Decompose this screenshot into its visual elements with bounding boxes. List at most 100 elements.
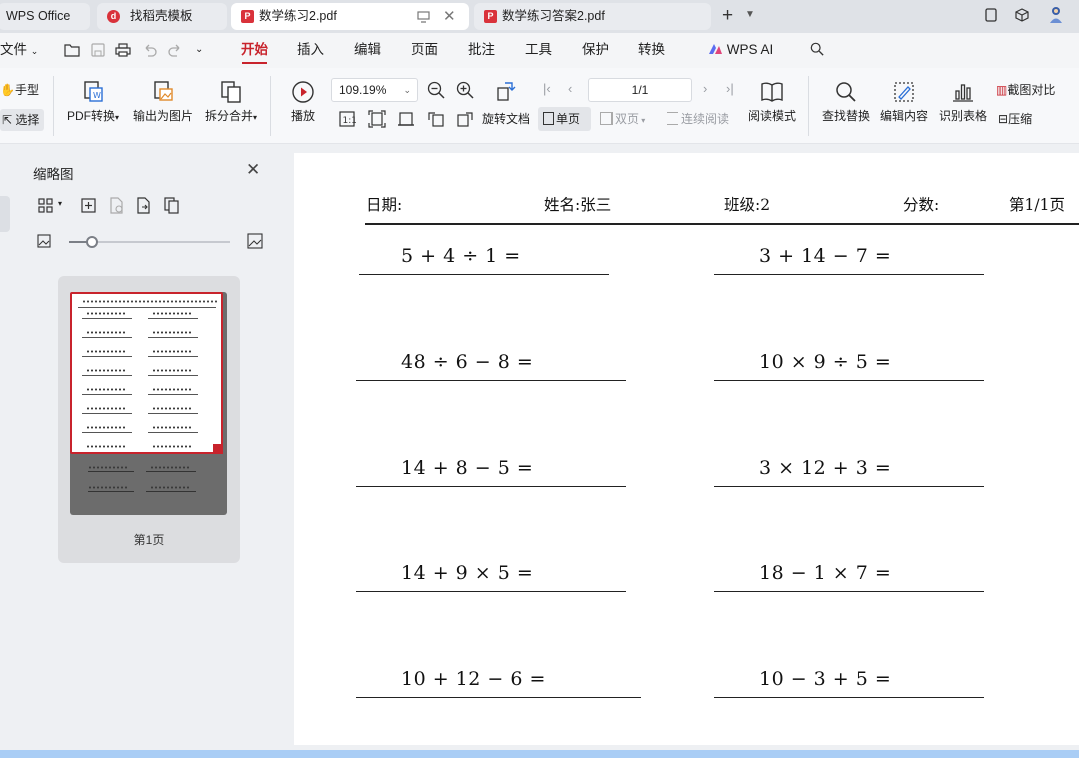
undo-icon[interactable]: [142, 43, 158, 57]
chevron-down-icon: ⌄: [403, 85, 411, 95]
menu-protect[interactable]: 保护: [582, 33, 609, 67]
last-page-icon[interactable]: ›|: [726, 81, 734, 96]
read-mode-label: 阅读模式: [747, 109, 796, 123]
small-image-icon[interactable]: [37, 234, 51, 248]
menu-tools[interactable]: 工具: [525, 33, 552, 67]
save-icon[interactable]: [90, 43, 106, 57]
first-page-icon[interactable]: |‹: [543, 81, 551, 96]
equation-left: 10 + 12 − 6 =: [401, 668, 546, 690]
rotate-right-icon[interactable]: [456, 110, 474, 128]
extract-page-icon[interactable]: [135, 197, 152, 214]
chevron-down-icon[interactable]: ▼: [745, 9, 755, 20]
actual-size-icon[interactable]: 1:1: [338, 110, 356, 128]
menu-page[interactable]: 页面: [411, 33, 438, 67]
menu-file[interactable]: 文件 ⌄: [0, 33, 38, 68]
pdf-convert-button[interactable]: W PDF转换▾: [63, 80, 123, 124]
equation-right: 18 − 1 × 7 =: [759, 562, 892, 584]
new-tab-icon[interactable]: +: [722, 4, 733, 28]
zoom-in-icon[interactable]: [456, 81, 474, 99]
menu-file-label: 文件: [0, 42, 27, 57]
select-tool-button[interactable]: ⇱ 选择: [0, 109, 44, 131]
score-field: 分数:: [903, 196, 940, 214]
pdf-file-icon: P: [484, 10, 497, 23]
close-tab-icon[interactable]: ✕: [443, 3, 456, 30]
split-merge-label: 拆分合并: [204, 109, 253, 123]
quick-access-more-icon[interactable]: ⌄: [195, 33, 203, 67]
export-image-button[interactable]: 输出为图片: [131, 80, 195, 124]
chevron-down-icon: ▾: [253, 113, 258, 122]
continuous-read-button[interactable]: 连续阅读: [667, 110, 729, 127]
open-folder-icon[interactable]: [64, 43, 80, 57]
rotate-document-button[interactable]: 旋转文档: [482, 110, 530, 127]
tab-answer-document[interactable]: P 数学练习答案2.pdf: [474, 3, 711, 30]
document-viewer[interactable]: 日期: 姓名:张三 班级:2 分数: 第1/1页 5 + 4 ÷ 1 = 3 +…: [276, 145, 1079, 758]
print-icon[interactable]: [115, 43, 131, 57]
window-restore-icon[interactable]: [984, 8, 998, 22]
grid-view-icon[interactable]: [38, 197, 55, 214]
edit-content-button[interactable]: 编辑内容: [878, 80, 930, 124]
tab-label: 数学练习2.pdf: [259, 9, 337, 23]
tab-active-document[interactable]: P 数学练习2.pdf ✕: [231, 3, 469, 30]
menu-insert[interactable]: 插入: [297, 33, 324, 67]
screenshot-compare-button[interactable]: ▥截图对比: [996, 81, 1055, 98]
play-label: 播放: [290, 109, 315, 123]
tab-template[interactable]: d 找稻壳模板: [97, 3, 227, 30]
search-icon[interactable]: [809, 42, 825, 56]
copy-page-icon[interactable]: [163, 197, 180, 214]
avatar[interactable]: [1048, 6, 1064, 24]
fit-page-icon[interactable]: [368, 110, 386, 128]
pdf-convert-icon: W: [84, 81, 103, 102]
tab-wps-office[interactable]: WPS Office: [0, 3, 90, 30]
page-number-input[interactable]: 1/1: [588, 78, 692, 102]
rotate-left-icon[interactable]: [427, 110, 445, 128]
recognize-table-button[interactable]: 识别表格: [937, 80, 989, 124]
play-icon: [292, 81, 314, 103]
close-icon[interactable]: ✕: [246, 160, 260, 180]
menu-annotate[interactable]: 批注: [468, 33, 495, 67]
add-page-icon[interactable]: [80, 197, 97, 214]
single-page-label: 单页: [556, 112, 581, 126]
next-page-icon[interactable]: ›: [703, 81, 707, 96]
equation-left: 48 ÷ 6 − 8 =: [401, 351, 534, 373]
single-page-icon: [543, 112, 554, 125]
edit-content-label: 编辑内容: [879, 109, 928, 123]
slider-handle[interactable]: [85, 236, 98, 248]
chevron-down-icon[interactable]: ▾: [58, 199, 62, 208]
redo-icon[interactable]: [167, 43, 183, 57]
menu-home[interactable]: 开始: [241, 33, 268, 67]
menu-convert[interactable]: 转换: [638, 33, 665, 67]
thumbnail-page-label: 第1页: [133, 533, 165, 547]
hand-tool-label: 手型: [14, 83, 39, 97]
answer-line: [714, 697, 984, 698]
cube-icon[interactable]: [1015, 8, 1029, 22]
compress-button[interactable]: ⊟压缩: [998, 110, 1032, 127]
fit-width-icon[interactable]: [397, 110, 415, 128]
previous-page-icon[interactable]: ‹: [568, 81, 572, 96]
hand-tool-button[interactable]: ✋手型: [0, 81, 39, 98]
recognize-table-icon: [953, 84, 973, 102]
sidebar-rail-item[interactable]: [0, 196, 10, 232]
find-replace-button[interactable]: 查找替换: [820, 80, 872, 124]
zoom-value: 109.19%: [339, 83, 387, 97]
template-logo-icon: d: [107, 10, 120, 23]
page-thumbnail[interactable]: 第1页: [58, 276, 240, 563]
page-indicator: 1/1: [631, 83, 649, 97]
continuous-read-label: 连续阅读: [681, 112, 730, 126]
monitor-icon[interactable]: [417, 3, 430, 30]
thumbnail-panel: 缩略图 ✕ ▾ 第1页: [0, 145, 276, 758]
insert-page-icon[interactable]: [108, 197, 125, 214]
double-page-button[interactable]: 双页 ▾: [600, 110, 645, 127]
panel-title: 缩略图: [33, 167, 74, 182]
large-image-icon[interactable]: [247, 233, 263, 249]
zoom-dropdown[interactable]: 109.19% ⌄: [331, 78, 418, 102]
split-merge-icon: [221, 81, 241, 103]
thumbnail-page-preview: [70, 292, 223, 454]
menu-edit[interactable]: 编辑: [354, 33, 381, 67]
date-field: 日期:: [366, 196, 403, 214]
play-button[interactable]: 播放: [286, 80, 320, 124]
zoom-out-icon[interactable]: [427, 81, 445, 99]
read-mode-button[interactable]: 阅读模式: [746, 80, 798, 124]
split-merge-button[interactable]: 拆分合并▾: [201, 80, 261, 124]
menu-wps-ai[interactable]: WPS AI: [708, 33, 773, 67]
answer-line: [714, 591, 984, 592]
